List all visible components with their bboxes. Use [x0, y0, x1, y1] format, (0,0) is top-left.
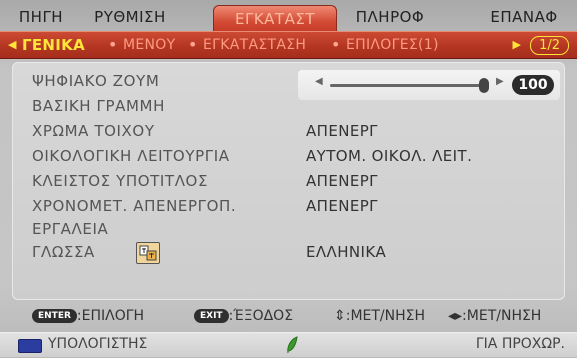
slider-track[interactable] — [330, 84, 484, 87]
row-wall-color-label[interactable]: ΧΡΩΜΑ ΤΟΙΧΟΥ — [32, 122, 155, 140]
row-language-label[interactable]: ΓΛΩΣΣΑ — [32, 243, 95, 261]
row-closed-caption-label[interactable]: ΚΛΕΙΣΤΟΣ ΥΠΟΤΙΤΛΟΣ — [32, 172, 208, 190]
help-exit: EXIT:ΈΞΟΔΟΣ — [194, 306, 293, 326]
monitor-icon — [18, 339, 42, 353]
help-leftright: ◂▸:ΜΕΤ/ΝΗΣΗ — [448, 308, 542, 324]
exit-key-icon: EXIT — [194, 309, 229, 323]
row-eco-mode-value: ΑΥΤΟΜ. ΟΙΚΟΛ. ΛΕΙΤ. — [306, 147, 473, 165]
help-enter: ENTER:ΕΠΙΛΟΓΗ — [32, 306, 144, 326]
menu-mode-label: ΓΙΑ ΠΡΟΧΩΡ. — [475, 336, 565, 352]
help-exit-label: :ΈΞΟΔΟΣ — [228, 308, 294, 324]
row-baseline-label[interactable]: ΒΑΣΙΚΗ ΓΡΑΜΜΗ — [32, 97, 165, 115]
digital-zoom-value: 100 — [512, 75, 554, 95]
enter-key-icon: ENTER — [32, 309, 77, 323]
row-tools-label[interactable]: ΕΡΓΑΛΕΙΑ — [32, 220, 108, 238]
main-tabs: ΠΗΓΗ ΡΥΘΜΙΣΗ ΕΓΚΑΤΑΣΤ ΠΛΗΡΟΦ ΕΠΑΝΑΦ — [8, 4, 570, 35]
separator-dot: • — [108, 35, 118, 54]
sub-left-arrow-icon[interactable]: ◀ — [8, 32, 17, 58]
separator-dot: • — [331, 35, 341, 54]
increase-arrow-icon[interactable]: ▶ — [496, 76, 504, 87]
slider-knob[interactable] — [479, 78, 489, 93]
separator-dot: • — [188, 35, 198, 54]
page-indicator: 1/2 — [530, 36, 569, 55]
tab-reset[interactable]: ΕΠΑΝΑΦ — [478, 4, 570, 31]
decrease-arrow-icon[interactable]: ◀ — [315, 76, 323, 87]
leaf-icon — [286, 336, 298, 358]
row-off-timer-label[interactable]: ΧΡΟΝΟΜΕΤ. ΑΠΕΝΕΡΓΟΠ. — [32, 197, 236, 215]
subtab-installation[interactable]: ΕΓΚΑΤΑΣΤΑΣΗ — [203, 32, 306, 58]
row-language-value: ΕΛΛΗΝΙΚΑ — [306, 243, 387, 261]
row-wall-color-value: ΑΠΕΝΕΡΓ — [306, 122, 378, 140]
language-icon — [136, 242, 160, 264]
input-source-label: ΥΠΟΛΟΓΙΣΤΗΣ — [48, 336, 148, 352]
help-enter-label: :ΕΠΙΛΟΓΗ — [76, 308, 145, 324]
help-bar: ENTER:ΕΠΙΛΟΓΗ EXIT:ΈΞΟΔΟΣ ⇕:ΜΕΤ/ΝΗΣΗ ◂▸:… — [12, 306, 565, 326]
status-bar: ΥΠΟΛΟΓΙΣΤΗΣ ΓΙΑ ΠΡΟΧΩΡ. — [0, 332, 577, 357]
sub-right-arrow-icon[interactable]: ▶ — [513, 32, 521, 58]
row-digital-zoom-label[interactable]: ΨΗΦΙΑΚΟ ΖΟΥΜ — [32, 72, 159, 90]
sub-tabs: ◀ ΓΕΝΙΚΑ • ΜΕΝΟΥ • ΕΓΚΑΤΑΣΤΑΣΗ • ΕΠΙΛΟΓΕ… — [0, 31, 577, 59]
row-off-timer-value: ΑΠΕΝΕΡΓ — [306, 197, 378, 215]
subtab-menu[interactable]: ΜΕΝΟΥ — [123, 32, 175, 58]
tab-info[interactable]: ΠΛΗΡΟΦ — [342, 4, 438, 31]
help-updown: ⇕:ΜΕΤ/ΝΗΣΗ — [334, 308, 426, 324]
tab-setup[interactable]: ΡΥΘΜΙΣΗ — [80, 4, 180, 31]
row-closed-caption-value: ΑΠΕΝΕΡΓ — [306, 172, 378, 190]
subtab-options-1[interactable]: ΕΠΙΛΟΓΕΣ(1) — [346, 32, 439, 58]
row-eco-mode-label[interactable]: ΟΙΚΟΛΟΓΙΚΗ ΛΕΙΤΟΥΡΓΙΑ — [32, 147, 230, 165]
projector-menu: ΠΗΓΗ ΡΥΘΜΙΣΗ ΕΓΚΑΤΑΣΤ ΠΛΗΡΟΦ ΕΠΑΝΑΦ ◀ ΓΕ… — [0, 0, 577, 357]
tab-source[interactable]: ΠΗΓΗ — [8, 4, 74, 31]
subtab-general[interactable]: ΓΕΝΙΚΑ — [22, 32, 85, 58]
settings-panel: ◀ ▶ 100 ΨΗΦΙΑΚΟ ΖΟΥΜ ΒΑΣΙΚΗ ΓΡΑΜΜΗ ΧΡΩΜΑ… — [12, 62, 565, 300]
digital-zoom-slider[interactable]: ◀ ▶ 100 — [298, 70, 560, 100]
